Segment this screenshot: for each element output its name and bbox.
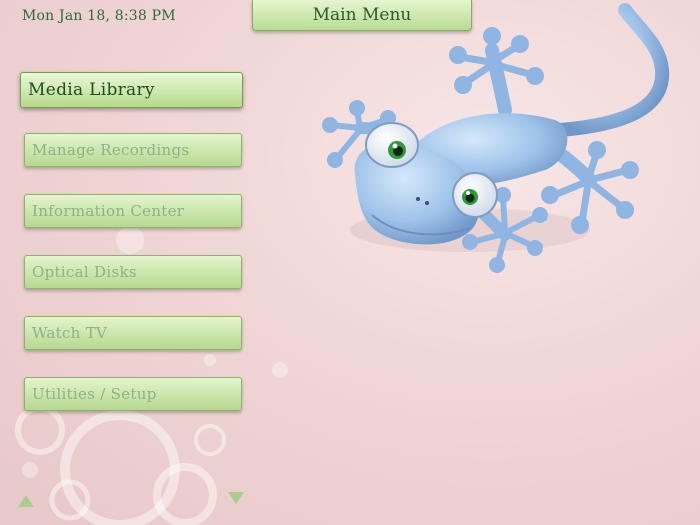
menu-item-label: Utilities / Setup [32, 385, 157, 403]
menu-item-information-center[interactable]: Information Center [24, 194, 242, 228]
menu-item-watch-tv[interactable]: Watch TV [24, 316, 242, 350]
scroll-down-icon[interactable] [228, 492, 244, 504]
menu-item-label: Media Library [28, 80, 155, 100]
menu-item-utilities-setup[interactable]: Utilities / Setup [24, 377, 242, 411]
menu-item-label: Manage Recordings [32, 141, 190, 159]
scroll-up-icon[interactable] [18, 495, 34, 507]
menu-item-label: Watch TV [32, 324, 108, 342]
gecko-mascot-image [322, 3, 670, 273]
menu-item-optical-disks[interactable]: Optical Disks [24, 255, 242, 289]
menu-item-manage-recordings[interactable]: Manage Recordings [24, 133, 242, 167]
menu-item-label: Optical Disks [32, 263, 137, 281]
menu-item-label: Information Center [32, 202, 185, 220]
menu-item-media-library[interactable]: Media Library [20, 72, 243, 108]
clock-datetime: Mon Jan 18, 8:38 PM [22, 8, 176, 24]
